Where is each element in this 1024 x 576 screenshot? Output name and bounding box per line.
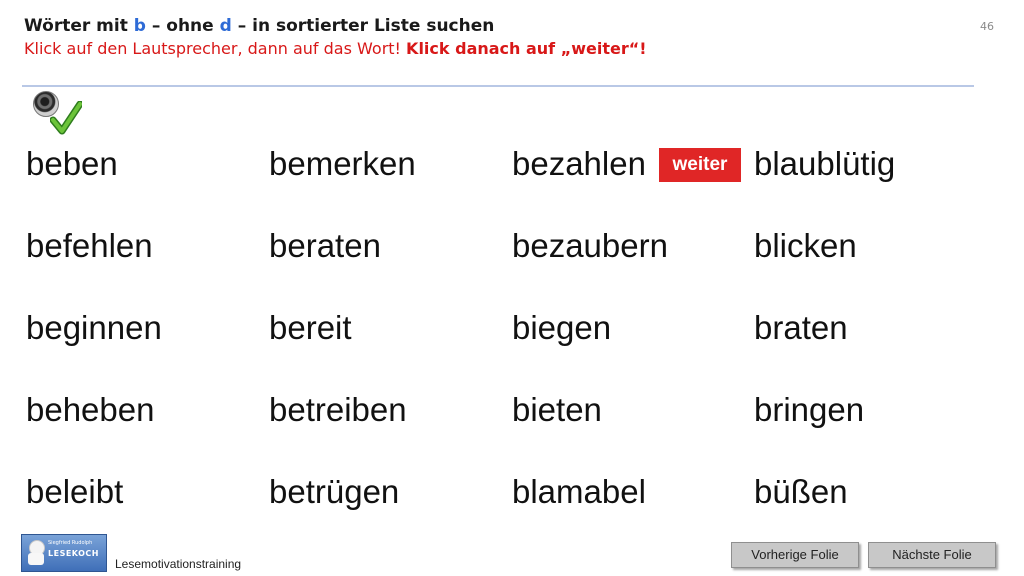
word-item[interactable]: blamabel (512, 468, 747, 550)
title-letter-b: b (133, 16, 146, 36)
word-column-3: bezahlen bezaubern biegen bieten blamabe… (512, 140, 747, 550)
word-item[interactable]: biegen (512, 304, 747, 386)
title-text-1: Wörter mit (24, 16, 134, 36)
logo-author: Siegfried Rudolph (48, 540, 93, 546)
slide-number: 46 (980, 20, 994, 33)
weiter-button[interactable]: weiter (659, 148, 741, 182)
word-item[interactable]: blicken (754, 222, 989, 304)
word-item[interactable]: beginnen (26, 304, 261, 386)
title-text-3: – in sortierter Liste suchen (231, 16, 495, 36)
word-item[interactable]: bemerken (269, 140, 504, 222)
previous-slide-button[interactable]: Vorherige Folie (731, 542, 859, 568)
slide-header: Wörter mit b – ohne d – in sortierter Li… (24, 14, 647, 60)
instruction-normal: Klick auf den Lautsprecher, dann auf das… (24, 39, 407, 58)
instruction-bold: Klick danach auf „weiter“! (406, 39, 647, 58)
word-item[interactable]: bieten (512, 386, 747, 468)
word-item[interactable]: bezaubern (512, 222, 747, 304)
word-item[interactable]: bringen (754, 386, 989, 468)
footer-label: Lesemotivationstraining (115, 557, 242, 571)
word-item[interactable]: beraten (269, 222, 504, 304)
chef-mascot-body (28, 553, 44, 565)
logo-brand: LESEKOCH (48, 549, 99, 558)
lesekoch-logo: Siegfried Rudolph LESEKOCH (21, 534, 107, 572)
slide-title: Wörter mit b – ohne d – in sortierter Li… (24, 14, 647, 38)
title-text-2: – ohne (145, 16, 220, 36)
instruction-text: Klick auf den Lautsprecher, dann auf das… (24, 38, 647, 60)
title-letter-d: d (219, 16, 232, 36)
checkmark-icon (50, 101, 82, 135)
word-item[interactable]: bereit (269, 304, 504, 386)
word-column-4: blaublütig blicken braten bringen büßen (754, 140, 989, 550)
word-item[interactable]: braten (754, 304, 989, 386)
next-slide-button[interactable]: Nächste Folie (868, 542, 996, 568)
word-item[interactable]: blaublütig (754, 140, 989, 222)
word-item[interactable]: betreiben (269, 386, 504, 468)
word-item[interactable]: beben (26, 140, 261, 222)
word-item[interactable]: betrügen (269, 468, 504, 550)
header-divider (22, 85, 974, 87)
word-column-2: bemerken beraten bereit betreiben betrüg… (269, 140, 504, 550)
word-item[interactable]: büßen (754, 468, 989, 550)
word-column-1: beben befehlen beginnen beheben beleibt (26, 140, 261, 550)
word-item[interactable]: befehlen (26, 222, 261, 304)
word-item[interactable]: beheben (26, 386, 261, 468)
